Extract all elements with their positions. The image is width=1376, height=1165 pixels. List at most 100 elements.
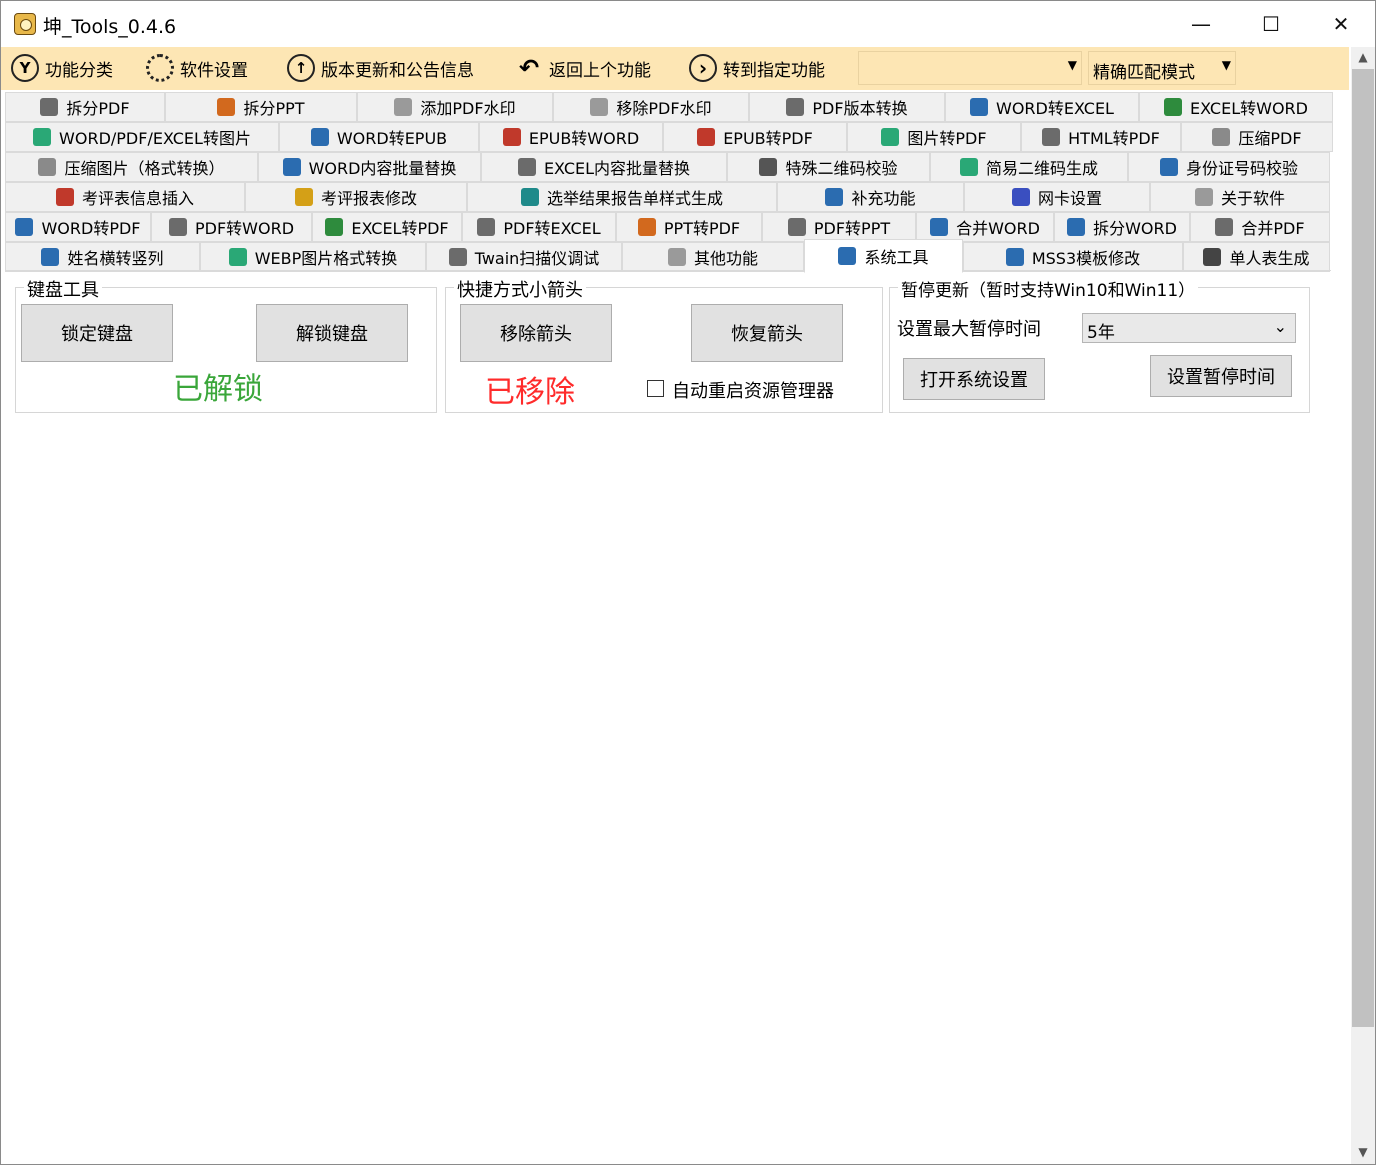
tab-icon: [33, 128, 52, 146]
tab-4-1[interactable]: PDF转WORD: [151, 212, 312, 242]
tab-icon: [325, 218, 344, 236]
scroll-down-arrow-icon[interactable]: ▼: [1351, 1142, 1375, 1162]
restore-arrow-button[interactable]: 恢复箭头: [691, 304, 843, 362]
tab-icon: [1011, 188, 1030, 206]
tab-0-4[interactable]: PDF版本转换: [749, 92, 945, 122]
tab-1-6[interactable]: 压缩PDF: [1181, 122, 1333, 152]
tab-2-1[interactable]: WORD内容批量替换: [258, 152, 481, 182]
max-pause-time-label: 设置最大暂停时间: [897, 319, 1041, 340]
lock-keyboard-button[interactable]: 锁定键盘: [21, 304, 173, 362]
tab-icon: [959, 158, 978, 176]
toolbar-go-to-function[interactable]: › 转到指定功能: [689, 53, 825, 83]
tab-5-4[interactable]: 系统工具: [804, 239, 963, 273]
tab-2-4[interactable]: 简易二维码生成: [930, 152, 1128, 182]
toolbar-function-category[interactable]: Y 功能分类: [11, 53, 113, 83]
tab-4-8[interactable]: 合并PDF: [1190, 212, 1330, 242]
tab-label: 特殊二维码校验: [785, 159, 898, 178]
tab-1-3[interactable]: EPUB转PDF: [663, 122, 847, 152]
tab-1-0[interactable]: WORD/PDF/EXCEL转图片: [5, 122, 279, 152]
toolbar-label: 版本更新和公告信息: [321, 60, 474, 81]
vertical-scrollbar[interactable]: ▲ ▼: [1351, 47, 1375, 1164]
tab-icon: [786, 98, 805, 116]
tab-3-2[interactable]: 选举结果报告单样式生成: [467, 182, 777, 212]
toolbar-version-update[interactable]: ↑ 版本更新和公告信息: [287, 53, 474, 83]
tab-row: 拆分PDF 拆分PPT 添加PDF水印 移除PDF水印 PDF版本转换 WORD转EXCE…: [5, 92, 1333, 122]
tab-4-6[interactable]: 合并WORD: [916, 212, 1054, 242]
arrow-up-icon: ↑: [287, 54, 315, 82]
tab-1-2[interactable]: EPUB转WORD: [479, 122, 663, 152]
tab-0-2[interactable]: 添加PDF水印: [357, 92, 553, 122]
tab-label: WEBP图片格式转换: [254, 249, 398, 268]
tab-icon: [168, 218, 187, 236]
tab-0-6[interactable]: EXCEL转WORD: [1139, 92, 1333, 122]
shortcut-arrow-group: 快捷方式小箭头 移除箭头 恢复箭头 已移除 自动重启资源管理器: [445, 276, 883, 413]
restart-explorer-checkbox[interactable]: [647, 380, 664, 397]
tab-3-5[interactable]: 关于软件: [1150, 182, 1330, 212]
remove-arrow-button[interactable]: 移除箭头: [460, 304, 612, 362]
tab-2-3[interactable]: 特殊二维码校验: [727, 152, 930, 182]
tab-0-1[interactable]: 拆分PPT: [165, 92, 357, 122]
chevron-down-icon: ⌄: [1273, 317, 1287, 336]
tab-5-2[interactable]: Twain扫描仪调试: [426, 242, 622, 272]
function-search-input[interactable]: ▼: [858, 51, 1082, 85]
tab-3-3[interactable]: 补充功能: [777, 182, 964, 212]
set-pause-time-button[interactable]: 设置暂停时间: [1150, 355, 1292, 397]
tab-3-0[interactable]: 考评表信息插入: [5, 182, 245, 212]
tab-5-5[interactable]: MSS3模板修改: [963, 242, 1183, 272]
dropdown-arrow-icon[interactable]: ▼: [1222, 58, 1231, 72]
minimize-button[interactable]: —: [1169, 1, 1233, 47]
open-system-settings-button[interactable]: 打开系统设置: [903, 358, 1045, 400]
tab-label: EXCEL转WORD: [1190, 99, 1308, 118]
toolbar-software-settings[interactable]: 软件设置: [146, 53, 248, 83]
tab-4-7[interactable]: 拆分WORD: [1054, 212, 1190, 242]
tab-icon: [838, 247, 857, 265]
tab-5-1[interactable]: WEBP图片格式转换: [200, 242, 426, 272]
unlock-keyboard-button[interactable]: 解锁键盘: [256, 304, 408, 362]
tab-2-5[interactable]: 身份证号码校验: [1128, 152, 1330, 182]
tab-3-4[interactable]: 网卡设置: [964, 182, 1150, 212]
tab-0-3[interactable]: 移除PDF水印: [553, 92, 749, 122]
tab-3-1[interactable]: 考评报表修改: [245, 182, 467, 212]
scrollbar-thumb[interactable]: [1352, 69, 1374, 1027]
tab-icon: [294, 188, 313, 206]
tab-5-3[interactable]: 其他功能: [622, 242, 804, 272]
tab-label: 补充功能: [851, 189, 916, 208]
scroll-up-arrow-icon[interactable]: ▲: [1351, 47, 1375, 67]
tab-2-0[interactable]: 压缩图片（格式转换）: [5, 152, 258, 182]
tab-2-2[interactable]: EXCEL内容批量替换: [481, 152, 727, 182]
max-pause-time-select[interactable]: 5年 ⌄: [1082, 313, 1296, 343]
tab-5-6[interactable]: 单人表生成: [1183, 242, 1330, 272]
toolbar-go-back[interactable]: ↶ 返回上个功能: [515, 53, 651, 83]
tab-0-0[interactable]: 拆分PDF: [5, 92, 165, 122]
tab-4-5[interactable]: PDF转PPT: [762, 212, 916, 242]
dropdown-arrow-icon[interactable]: ▼: [1068, 58, 1077, 72]
tab-icon: [1215, 218, 1234, 236]
tab-icon: [1067, 218, 1086, 236]
tab-label: WORD转EXCEL: [996, 99, 1114, 118]
tab-1-4[interactable]: 图片转PDF: [847, 122, 1021, 152]
tab-0-5[interactable]: WORD转EXCEL: [945, 92, 1139, 122]
tab-4-4[interactable]: PPT转PDF: [616, 212, 762, 242]
keyboard-tools-group: 键盘工具 锁定键盘 解锁键盘 已解锁: [15, 276, 437, 413]
chevron-right-icon: ›: [689, 54, 717, 82]
tab-4-2[interactable]: EXCEL转PDF: [312, 212, 462, 242]
tab-icon: [697, 128, 716, 146]
tab-label: 其他功能: [693, 249, 758, 268]
tab-label: WORD内容批量替换: [308, 159, 457, 178]
tab-4-3[interactable]: PDF转EXCEL: [462, 212, 616, 242]
tab-label: 合并PDF: [1241, 219, 1305, 238]
close-button[interactable]: ✕: [1309, 1, 1373, 47]
tab-icon: [1212, 128, 1231, 146]
tab-1-1[interactable]: WORD转EPUB: [279, 122, 479, 152]
maximize-button[interactable]: ☐: [1239, 1, 1303, 47]
y-icon: Y: [11, 54, 39, 82]
match-mode-select[interactable]: 精确匹配模式 ▼: [1088, 51, 1236, 85]
tab-label: 压缩图片（格式转换）: [64, 159, 225, 178]
tab-label: MSS3模板修改: [1031, 249, 1141, 268]
tab-5-0[interactable]: 姓名横转竖列: [5, 242, 200, 272]
tab-label: PDF转EXCEL: [503, 219, 601, 238]
tab-icon: [970, 98, 989, 116]
tab-1-5[interactable]: HTML转PDF: [1021, 122, 1181, 152]
tab-4-0[interactable]: WORD转PDF: [5, 212, 151, 242]
toolbar-label: 功能分类: [45, 60, 113, 81]
